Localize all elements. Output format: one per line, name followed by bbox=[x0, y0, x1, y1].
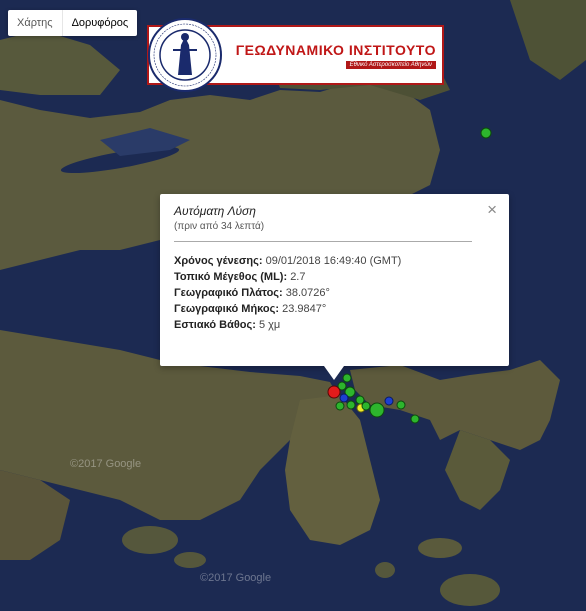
row-label: Γεωγραφικό Μήκος: bbox=[174, 303, 280, 315]
map-credit: ©2017 Google bbox=[200, 572, 272, 584]
marker-green bbox=[342, 373, 352, 383]
info-time-ago: (πριν από 34 λεπτά) bbox=[174, 221, 265, 232]
marker-green bbox=[335, 401, 345, 411]
info-row-origin-time: Χρόνος γένεσης: 09/01/2018 16:49:40 (GMT… bbox=[174, 253, 497, 269]
row-label: Γεωγραφικό Πλάτος: bbox=[174, 287, 283, 299]
info-row-magnitude: Τοπικό Μέγεθος (ML): 2.7 bbox=[174, 269, 497, 285]
marker-blue bbox=[339, 393, 349, 403]
info-row-latitude: Γεωγραφικό Πλάτος: 38.0726° bbox=[174, 285, 497, 301]
marker-blue bbox=[384, 396, 394, 406]
marker-green bbox=[396, 400, 406, 410]
row-value: 5 χμ bbox=[258, 319, 281, 331]
row-value: 38.0726° bbox=[285, 287, 330, 299]
marker-green bbox=[355, 395, 365, 405]
info-row-longitude: Γεωγραφικό Μήκος: 23.9847° bbox=[174, 301, 497, 317]
map-credit: ©2017 Google bbox=[70, 458, 142, 470]
row-label: Χρόνος γένεσης: bbox=[174, 255, 263, 267]
info-row-depth: Εστιακό Βάθος: 5 χμ bbox=[174, 317, 497, 333]
map[interactable]: Χάρτης Δορυφόρος ΓΕΩΔΥΝΑΜΙΚΟ ΙΝΣΤΙΤΟΥΤΟ … bbox=[0, 0, 586, 611]
marker-green bbox=[346, 400, 356, 410]
row-label: Τοπικό Μέγεθος (ML): bbox=[174, 271, 288, 283]
divider bbox=[174, 241, 472, 242]
row-value: 09/01/2018 16:49:40 (GMT) bbox=[265, 255, 402, 267]
row-value: 2.7 bbox=[290, 271, 306, 283]
row-value: 23.9847° bbox=[282, 303, 327, 315]
close-icon[interactable]: × bbox=[487, 200, 497, 220]
marker-green bbox=[480, 127, 492, 139]
row-label: Εστιακό Βάθος: bbox=[174, 319, 256, 331]
marker-green bbox=[410, 414, 420, 424]
marker-green bbox=[369, 402, 385, 418]
earthquake-info-window: × Αυτόματη Λύση (πριν από 34 λεπτά) Χρόν… bbox=[160, 194, 509, 380]
info-title: Αυτόματη Λύση bbox=[174, 204, 256, 218]
marker-green bbox=[361, 401, 371, 411]
marker-red bbox=[327, 385, 341, 399]
